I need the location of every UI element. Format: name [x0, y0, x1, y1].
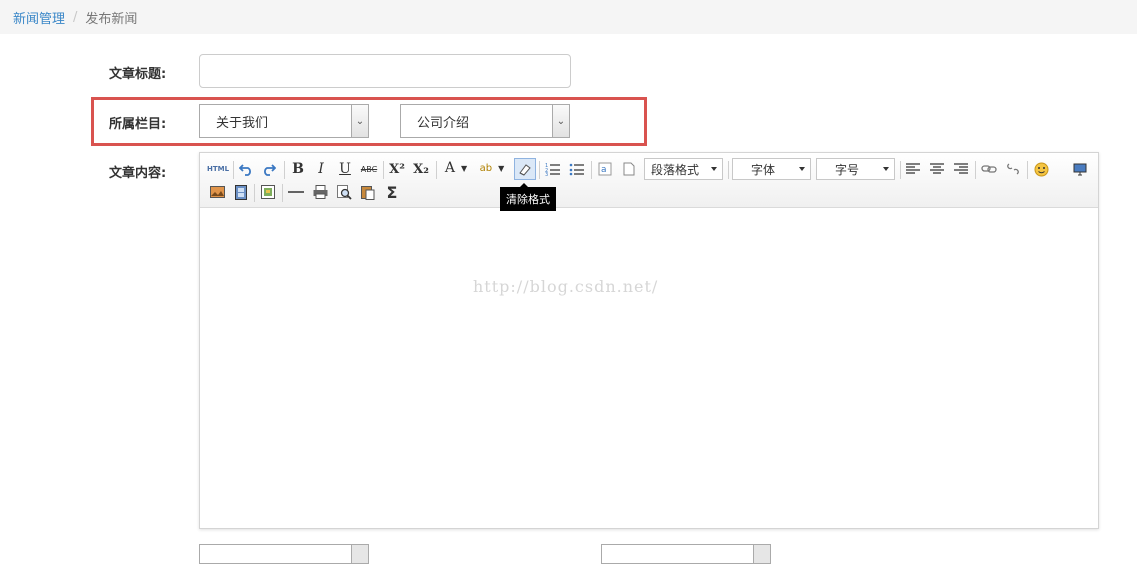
watermark-text: http://blog.csdn.net/ — [473, 277, 659, 296]
title-label: 文章标题: — [109, 67, 167, 82]
bottom-select-right[interactable] — [601, 544, 771, 564]
link-icon — [981, 165, 997, 173]
paragraph-format-select[interactable]: 段落格式 — [644, 158, 723, 180]
highlight-pen-icon: ab — [479, 162, 493, 174]
superscript-icon: X² — [389, 161, 405, 177]
caret-down-icon — [799, 167, 805, 171]
underline-button[interactable]: U — [335, 159, 355, 179]
breadcrumb-separator: / — [73, 9, 78, 25]
strikethrough-icon: ABC — [360, 164, 378, 174]
unordered-list-button[interactable] — [567, 159, 587, 179]
font-family-select[interactable]: 字体 — [732, 158, 811, 180]
eraser-icon — [519, 164, 531, 176]
caret-down-icon — [883, 167, 889, 171]
insert-link-button[interactable] — [979, 159, 999, 179]
redo-button[interactable] — [259, 159, 279, 179]
html-source-button[interactable]: HTML — [207, 159, 229, 179]
insert-gallery-button[interactable] — [258, 182, 278, 202]
content-label: 文章内容: — [109, 166, 167, 181]
caret-down-icon: ▼ — [498, 163, 505, 173]
preview-button[interactable] — [334, 182, 354, 202]
bold-icon: B — [292, 161, 304, 177]
align-center-icon — [930, 163, 944, 174]
unlink-button[interactable] — [1003, 159, 1023, 179]
caret-down-icon — [711, 167, 717, 171]
horizontal-rule-icon — [288, 191, 304, 193]
underline-icon: U — [339, 161, 351, 177]
remove-format-button[interactable] — [514, 158, 536, 180]
chevron-down-icon: ⌄ — [351, 105, 368, 137]
align-center-button[interactable] — [927, 159, 947, 179]
remove-format-tooltip: 清除格式 — [500, 183, 556, 211]
align-left-button[interactable] — [903, 159, 923, 179]
strikethrough-button[interactable]: ABC — [359, 159, 379, 179]
title-input[interactable] — [199, 54, 571, 88]
svg-text:3: 3 — [545, 172, 548, 176]
breadcrumb: 新闻管理 / 发布新闻 — [0, 0, 1137, 34]
print-button[interactable] — [310, 182, 330, 202]
paste-button[interactable] — [358, 182, 378, 202]
emoticon-button[interactable] — [1031, 159, 1051, 179]
caret-down-icon: ▼ — [460, 163, 468, 173]
undo-button[interactable] — [236, 159, 256, 179]
document-icon — [623, 162, 635, 176]
rich-text-editor[interactable]: HTML B I U ABC X² X₂ A ▼ ab ▼ 123 a 段落格式… — [199, 152, 1099, 529]
sigma-icon: Σ — [386, 182, 398, 202]
clipboard-icon — [361, 185, 375, 200]
svg-text:a: a — [601, 165, 607, 175]
category-secondary-select[interactable]: 公司介绍 ⌄ — [400, 104, 570, 138]
background-color-button[interactable]: ab ▼ — [476, 158, 508, 178]
breadcrumb-current: 发布新闻 — [85, 11, 138, 27]
ordered-list-button[interactable]: 123 — [543, 159, 563, 179]
image-icon — [209, 186, 225, 198]
chevron-down-icon: ⌄ — [552, 105, 569, 137]
align-left-icon — [906, 163, 920, 174]
category-label: 所属栏目: — [109, 117, 167, 132]
chevron-down-icon — [753, 545, 770, 563]
chevron-down-icon — [351, 545, 368, 563]
italic-button[interactable]: I — [311, 159, 331, 179]
gallery-icon — [261, 185, 275, 199]
smiley-icon — [1034, 162, 1048, 176]
horizontal-rule-button[interactable] — [286, 182, 306, 202]
subscript-button[interactable]: X₂ — [411, 159, 431, 179]
anchor-icon: a — [598, 162, 612, 176]
font-color-icon: A — [444, 160, 455, 176]
category-primary-select[interactable]: 关于我们 ⌄ — [199, 104, 369, 138]
printer-icon — [313, 185, 327, 199]
editor-toolbar: HTML B I U ABC X² X₂ A ▼ ab ▼ 123 a 段落格式… — [200, 153, 1098, 208]
align-right-button[interactable] — [951, 159, 971, 179]
magnifier-icon — [336, 184, 352, 200]
unlink-icon — [1007, 163, 1019, 175]
subscript-icon: X₂ — [413, 161, 429, 177]
insert-image-button[interactable] — [207, 182, 227, 202]
breadcrumb-news-management[interactable]: 新闻管理 — [13, 8, 65, 27]
film-icon — [235, 184, 247, 200]
category-secondary-value: 公司介绍 — [417, 115, 470, 131]
fullscreen-button[interactable] — [1070, 159, 1090, 179]
bold-button[interactable]: B — [288, 159, 308, 179]
ordered-list-icon: 123 — [545, 163, 560, 176]
redo-icon — [264, 164, 276, 176]
unordered-list-icon — [569, 163, 584, 176]
bottom-select-left[interactable] — [199, 544, 369, 564]
font-color-button[interactable]: A ▼ — [440, 158, 472, 178]
monitor-icon — [1073, 163, 1087, 175]
font-size-select[interactable]: 字号 — [816, 158, 895, 180]
align-right-icon — [954, 163, 968, 174]
page-break-button[interactable] — [619, 159, 639, 179]
superscript-button[interactable]: X² — [387, 159, 407, 179]
insert-video-button[interactable] — [231, 182, 251, 202]
italic-icon: I — [318, 161, 324, 177]
formula-button[interactable]: Σ — [382, 182, 402, 202]
anchor-button[interactable]: a — [595, 159, 615, 179]
category-primary-value: 关于我们 — [216, 115, 269, 131]
undo-icon — [239, 164, 251, 176]
